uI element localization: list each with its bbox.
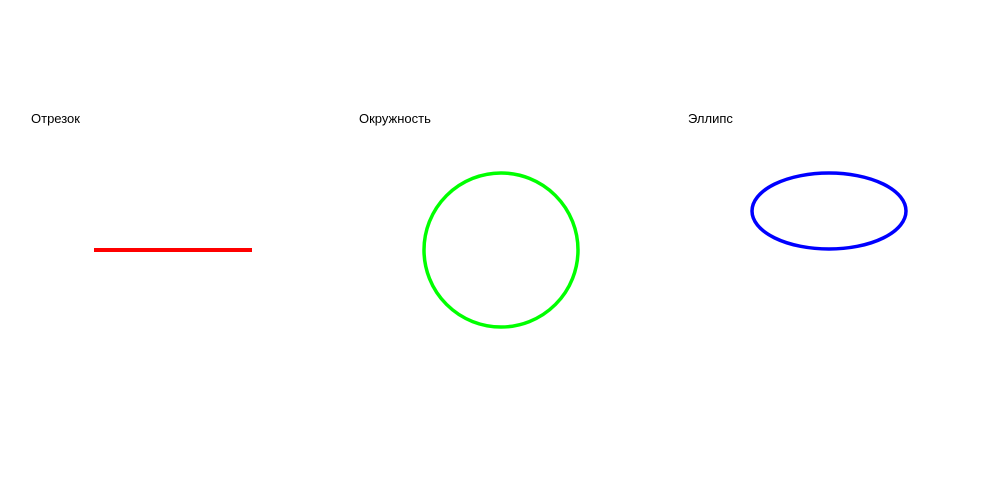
green-circle [422,171,580,329]
blue-ellipse [750,171,908,251]
shapes-svg [94,171,908,329]
drawing-canvas: Отрезок Окружность Эллипс [0,0,1000,500]
